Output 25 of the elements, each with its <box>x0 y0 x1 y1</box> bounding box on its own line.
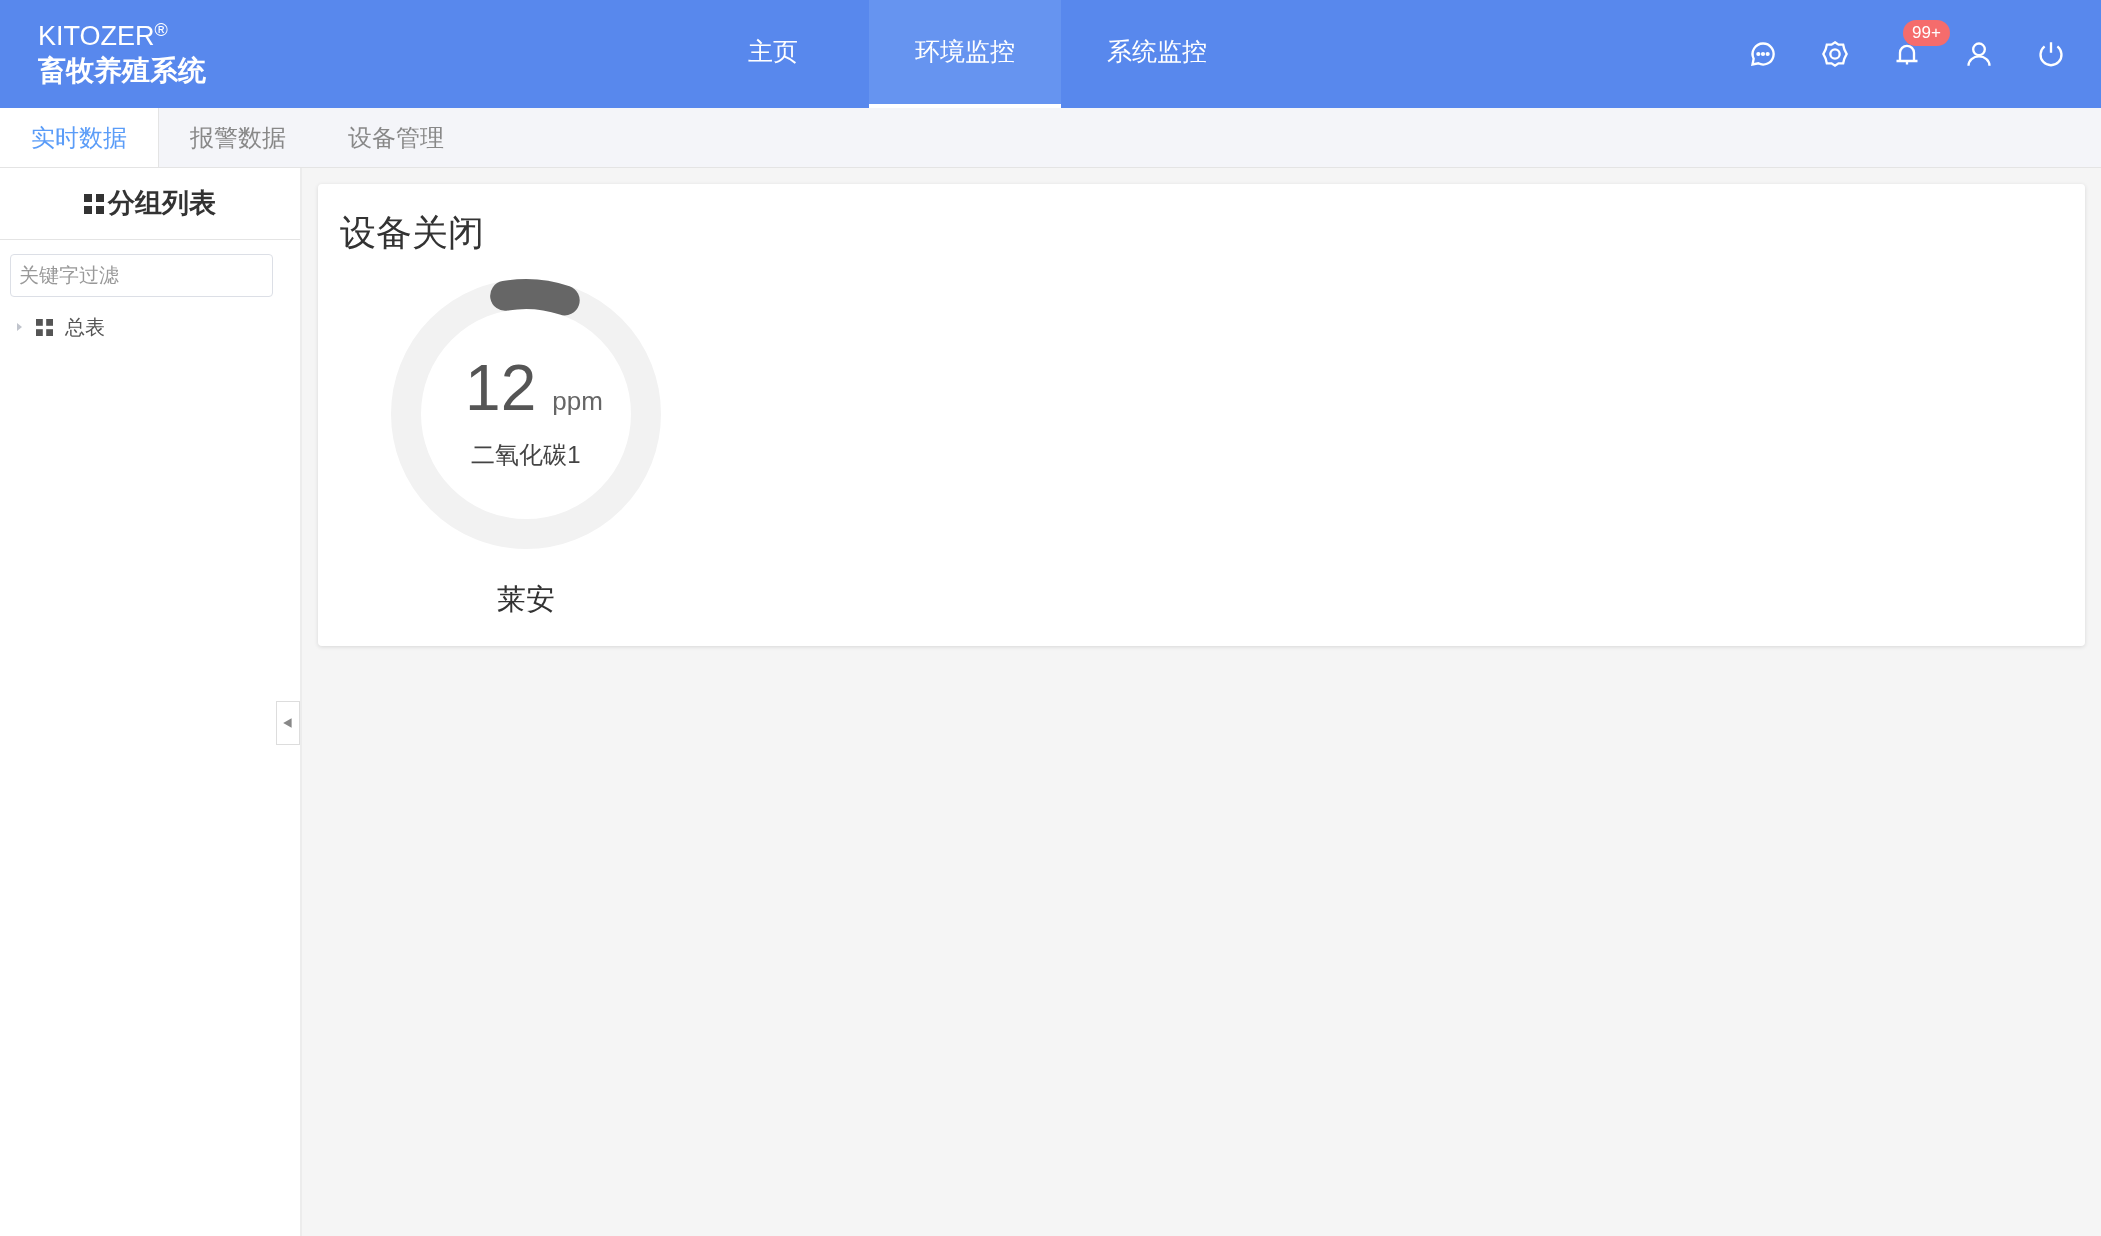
card-title: 设备关闭 <box>340 211 485 255</box>
sensor-name: 二氧化碳1 <box>471 439 581 470</box>
location-label: 莱安 <box>497 582 555 617</box>
settings-icon[interactable] <box>1821 40 1849 68</box>
power-icon[interactable] <box>2037 40 2065 68</box>
grid-icon <box>84 193 104 214</box>
subtab[interactable]: 设备管理 <box>317 108 475 167</box>
triangle-left-icon <box>282 717 294 729</box>
brand-subtitle: 畜牧养殖系统 <box>38 54 207 89</box>
gauge-unit: ppm <box>552 384 603 418</box>
chat-icon[interactable] <box>1749 40 1777 68</box>
grid-icon <box>36 318 53 336</box>
nav-tab[interactable]: 环境监控 <box>869 0 1061 108</box>
subtab[interactable]: 实时数据 <box>0 108 159 167</box>
tree-item[interactable]: 总表 <box>0 309 300 345</box>
user-icon[interactable] <box>1965 40 1993 68</box>
subtab[interactable]: 报警数据 <box>159 108 317 167</box>
notification-badge: 99+ <box>1903 20 1950 46</box>
gauge-value: 12 <box>465 355 537 420</box>
nav-tab[interactable]: 系统监控 <box>1061 0 1253 108</box>
brand-name: KITOZER$^{®}$ <box>38 19 169 53</box>
collapse-handle[interactable] <box>276 701 300 745</box>
nav-tab[interactable]: 主页 <box>677 0 869 108</box>
filter-field[interactable]: 关键字过滤 <box>10 254 273 297</box>
sidebar-title: 分组列表 <box>108 187 216 221</box>
